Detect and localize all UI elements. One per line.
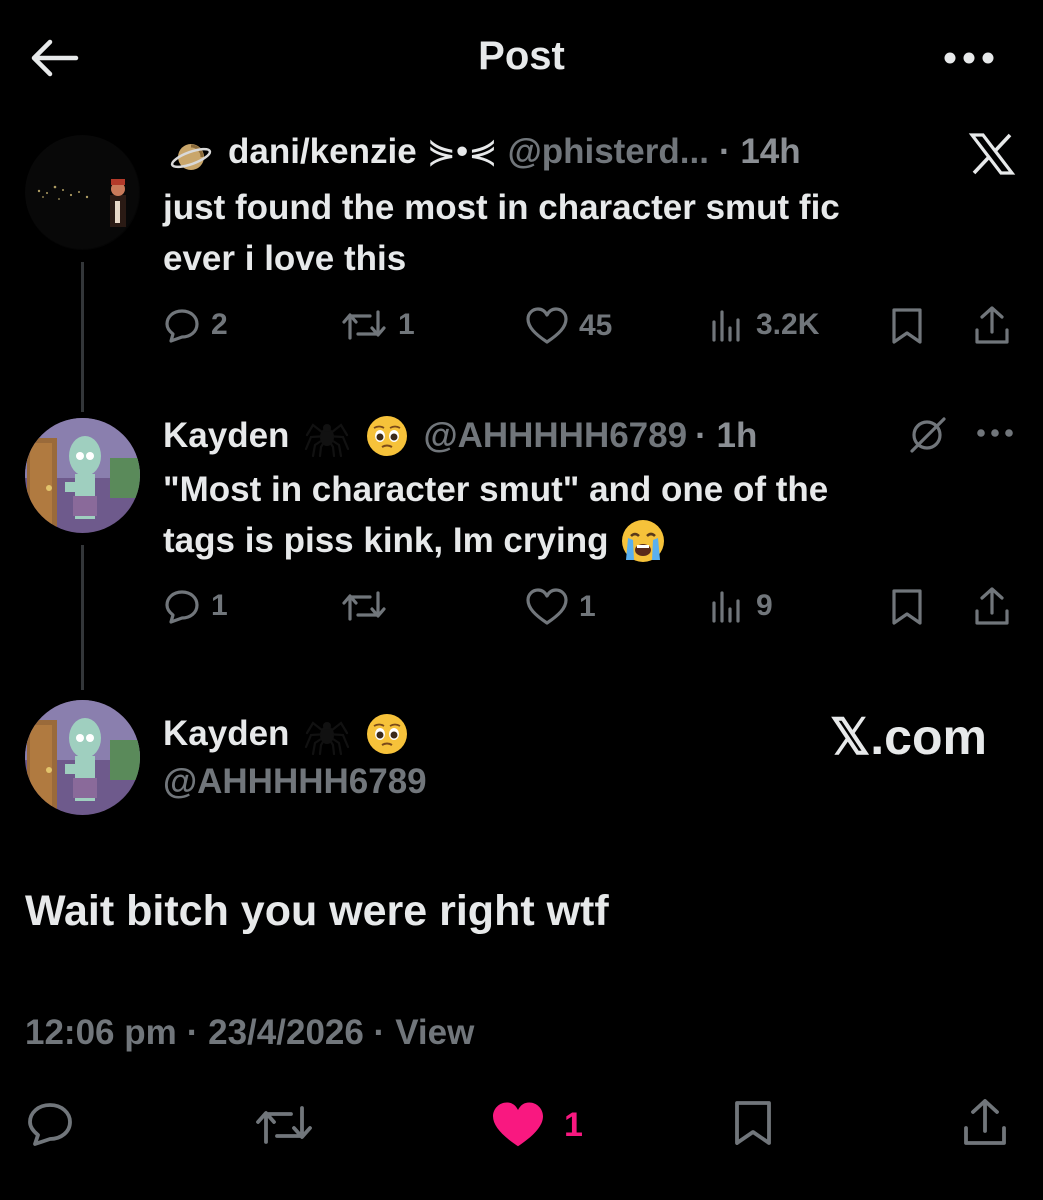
author-name[interactable]: dani/kenzie [228,132,417,172]
retweet-count: 1 [398,308,415,341]
bookmark-icon[interactable] [730,1098,776,1153]
more-icon[interactable] [974,426,1016,445]
views-count: 9 [756,589,773,622]
bookmark-icon[interactable] [888,587,926,632]
post-time: 12:06 pm [25,1013,177,1052]
like-count: 1 [564,1105,583,1144]
like-button[interactable]: 1 [490,1100,583,1150]
tweet-time[interactable]: · 14h [719,132,801,172]
avatar[interactable] [25,418,140,533]
views-button[interactable]: 3.2K [708,306,819,344]
author-handle[interactable]: @AHHHHH6789 [423,416,687,456]
bookmark-icon[interactable] [888,306,926,351]
pleading-emoji [367,714,408,754]
retweet-icon [342,591,386,621]
views-count: 3.2K [756,308,820,341]
reply-button[interactable]: 1 [163,587,228,625]
views-icon [712,310,740,342]
like-count: 45 [579,309,613,342]
like-icon [493,1102,543,1147]
reply-count: 2 [211,308,228,341]
source-label: 𝕏.com [830,709,987,765]
retweet-button[interactable] [340,587,398,625]
retweet-button[interactable] [253,1102,315,1153]
retweet-button[interactable]: 1 [340,306,415,344]
grok-icon[interactable] [906,415,948,460]
thread-line [81,545,84,690]
more-icon[interactable] [940,46,998,70]
like-button[interactable]: 45 [525,306,612,346]
author-handle[interactable]: @phisterd... [508,132,709,172]
spider-emoji [305,721,350,755]
crying-emoji [622,519,665,562]
reply-count: 1 [211,589,228,622]
reply-button[interactable]: 2 [163,306,228,344]
reply-icon [165,590,199,624]
tweet-text: tags is piss kink, Im crying [163,521,609,560]
like-icon [526,588,568,625]
author-name[interactable]: Kayden [163,416,289,456]
avatar[interactable] [25,135,140,250]
like-count: 1 [579,590,596,623]
views-icon [712,591,740,623]
share-icon[interactable] [972,585,1012,632]
share-icon[interactable] [972,304,1012,351]
like-button[interactable]: 1 [525,587,596,627]
post-date: · 23/4/2026 · [186,1013,386,1052]
tweet-time[interactable]: · 1h [695,416,757,456]
thread-line [81,262,84,412]
tweet-text: just found the most in character smut fi… [163,188,840,227]
author-name[interactable]: Kayden [163,714,289,754]
share-icon[interactable] [960,1096,1010,1153]
retweet-icon [342,310,386,340]
planet-emoji [170,136,212,178]
page-title: Post [478,34,565,78]
reply-icon [165,309,199,343]
name-emoji: ⋟•⋞ [426,132,498,171]
author-handle[interactable]: @AHHHHH6789 [163,762,427,802]
spider-emoji [305,423,350,457]
reply-icon [28,1103,72,1146]
pleading-emoji [367,416,408,456]
post-text: Wait bitch you were right wtf [25,887,609,935]
x-logo-icon[interactable] [968,132,1016,176]
tweet-text: "Most in character smut" and one of the [163,470,829,509]
reply-button[interactable] [25,1100,75,1153]
avatar[interactable] [25,700,140,815]
retweet-icon [256,1106,312,1144]
views-button[interactable]: 9 [708,587,773,625]
tweet-text: ever i love this [163,239,407,278]
view-link[interactable]: View [395,1013,474,1053]
like-icon [526,307,568,344]
